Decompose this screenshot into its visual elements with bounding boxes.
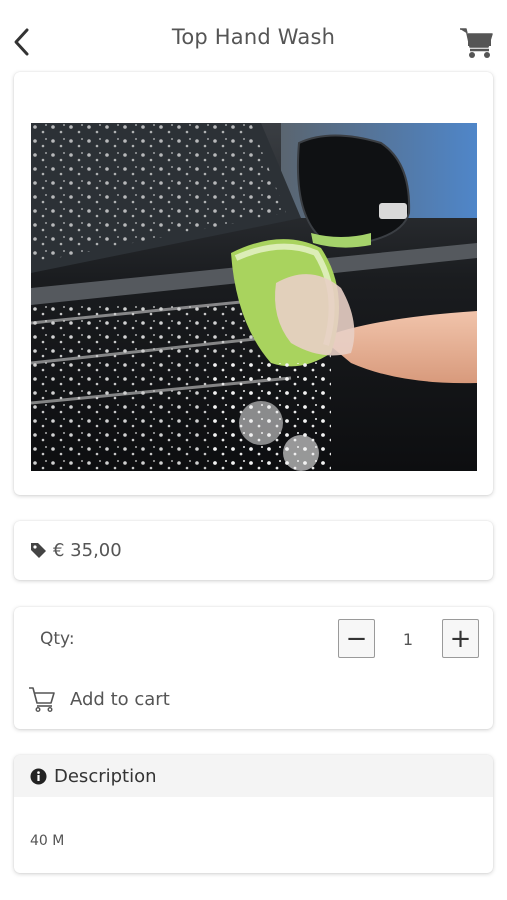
product-detail-page: Top Hand Wash € 35,00 Qty: − 1 + Add to … bbox=[0, 0, 507, 900]
quantity-decrease-button[interactable]: − bbox=[338, 619, 375, 658]
shopping-cart-icon bbox=[460, 28, 493, 58]
product-image-card bbox=[14, 72, 493, 495]
tag-icon bbox=[30, 542, 47, 559]
description-body: 40 M bbox=[30, 833, 65, 849]
price-card: € 35,00 bbox=[14, 521, 493, 580]
chevron-left-icon bbox=[14, 28, 29, 56]
quantity-increase-button[interactable]: + bbox=[442, 619, 479, 658]
description-header: Description bbox=[14, 755, 493, 797]
cart-outline-icon bbox=[29, 687, 55, 712]
description-card: Description 40 M bbox=[14, 755, 493, 873]
info-icon bbox=[30, 768, 47, 784]
cart-button[interactable] bbox=[457, 22, 495, 62]
page-title: Top Hand Wash bbox=[171, 25, 336, 49]
app-header: Top Hand Wash bbox=[0, 0, 507, 80]
add-to-cart-label: Add to cart bbox=[70, 688, 170, 710]
description-title: Description bbox=[54, 765, 157, 787]
quantity-value: 1 bbox=[402, 630, 414, 649]
back-button[interactable] bbox=[6, 24, 38, 60]
add-to-cart-button[interactable]: Add to cart bbox=[28, 683, 170, 715]
quantity-label: Qty: bbox=[40, 629, 75, 649]
quantity-card: Qty: − 1 + Add to cart bbox=[14, 607, 493, 729]
product-photo bbox=[31, 123, 477, 471]
product-price: € 35,00 bbox=[53, 540, 122, 561]
